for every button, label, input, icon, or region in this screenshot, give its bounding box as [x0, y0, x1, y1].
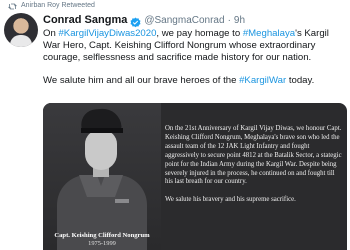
tweet-time[interactable]: 9h: [234, 15, 245, 26]
author-handle[interactable]: @SangmaConrad: [144, 15, 224, 26]
portrait-caption: Capt. Keishing Clifford Nongrum: [54, 232, 150, 239]
tribute-body: On the 21st Anniversary of Kargil Vijay …: [165, 125, 342, 186]
tribute-text: On the 21st Anniversary of Kargil Vijay …: [165, 125, 343, 205]
portrait-years: 1975-1999: [88, 240, 116, 247]
display-name[interactable]: Conrad Sangma: [43, 14, 127, 26]
hashtag-kargilwar[interactable]: #KargilWar: [239, 75, 286, 86]
verified-icon: [130, 15, 141, 27]
retweet-context[interactable]: Anirban Roy Retweeted: [8, 1, 95, 11]
separator-dot: ·: [227, 14, 231, 26]
tweet-text-segment: , we pay homage to: [156, 28, 243, 39]
hashtag-meghalaya[interactable]: #Meghalaya: [243, 28, 295, 39]
tweet-text-segment: today.: [286, 75, 315, 86]
tribute-closing: We salute his bravery and his supreme sa…: [165, 196, 296, 204]
portrait-photo: Capt. Keishing Clifford Nongrum 1975-199…: [43, 103, 161, 250]
tweet-header: Conrad Sangma @SangmaConrad · 9h: [43, 13, 245, 27]
avatar[interactable]: [4, 13, 38, 47]
tweet-text-segment: On: [43, 28, 59, 39]
tweet-text: On #KargilVijayDiwas2020, we pay homage …: [43, 28, 345, 87]
tweet-media-image[interactable]: Capt. Keishing Clifford Nongrum 1975-199…: [43, 103, 347, 250]
tweet-text-segment: We salute him and all our brave heroes o…: [43, 75, 240, 86]
hashtag-kargilvijaydiwas2020[interactable]: #KargilVijayDiwas2020: [58, 28, 156, 39]
retweet-icon: [8, 3, 17, 10]
retweet-label: Anirban Roy Retweeted: [21, 2, 95, 9]
tweet-paragraph-1: On #KargilVijayDiwas2020, we pay homage …: [43, 28, 345, 64]
tweet-paragraph-2: We salute him and all our brave heroes o…: [43, 75, 345, 87]
